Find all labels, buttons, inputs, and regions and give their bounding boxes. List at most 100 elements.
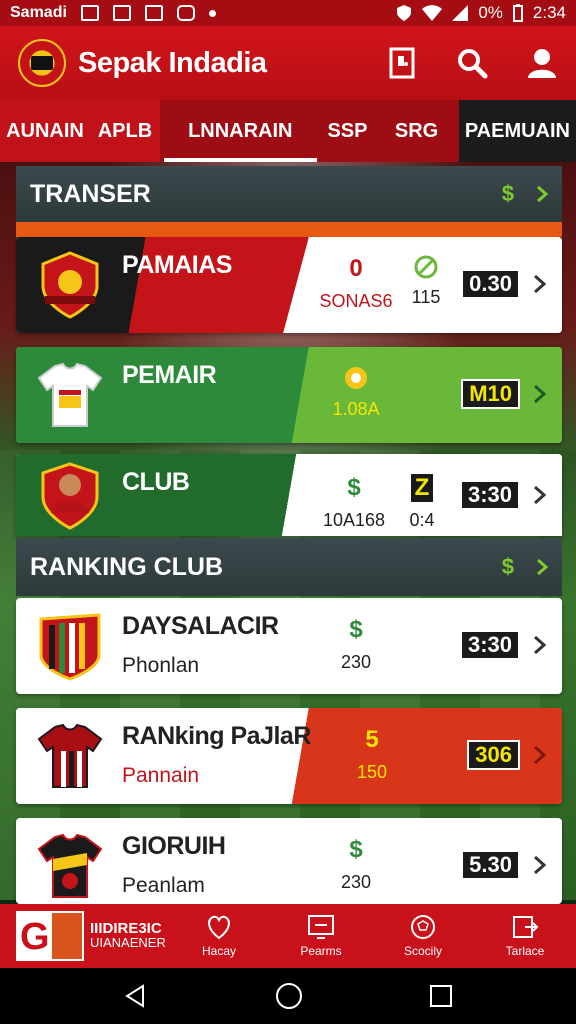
mail-icon [112, 5, 131, 21]
score-badge: M10 [461, 379, 520, 409]
chevron-right-icon[interactable] [530, 484, 550, 506]
vpn-icon [397, 5, 412, 21]
tab-aplb[interactable]: APLB [90, 100, 160, 162]
image-icon [144, 5, 163, 21]
instagram-icon [176, 5, 195, 21]
club-logo-icon[interactable] [18, 39, 66, 87]
club-crest-icon [34, 249, 106, 321]
door-icon[interactable] [386, 47, 418, 79]
target-icon [345, 367, 367, 389]
battery-percent: 0% [478, 3, 503, 22]
ball-icon [411, 915, 435, 939]
chevron-right-icon[interactable] [536, 558, 548, 576]
card-stat-top: $ [349, 836, 363, 863]
nav-item-scocily[interactable]: Scocily [372, 914, 474, 958]
section-ranking-header: RANKING CLUB $ [16, 538, 562, 596]
nav-item-tarlace[interactable]: Tarlace [474, 914, 576, 958]
card-stat-bottom: 115 [411, 287, 441, 307]
card-subtitle: Phonlan [122, 654, 200, 677]
battery-icon [512, 4, 523, 22]
card-title: GIORUIH [122, 832, 226, 860]
ball-icon [414, 255, 438, 279]
ranking-card[interactable]: GIORUIH Peanlam $ 230 5.30 [16, 818, 562, 904]
dot-icon [208, 9, 216, 17]
nav-label: Tarlace [505, 944, 545, 958]
tab-srg[interactable]: SRG [374, 100, 459, 162]
chevron-right-icon[interactable] [530, 383, 550, 405]
promo-banner[interactable]: G IIIDIRE3IC UIANAENER [0, 904, 168, 968]
promo-line-1: IIIDIRE3IC [90, 920, 162, 937]
home-icon[interactable] [275, 982, 303, 1010]
search-icon[interactable] [456, 47, 488, 79]
ranking-card[interactable]: DAYSALACIR Phonlan $ 230 3:30 [16, 598, 562, 694]
chevron-right-icon[interactable] [530, 744, 550, 766]
section-ranking-title: RANKING CLUB [30, 552, 224, 581]
transfer-card[interactable]: CLUB $ 10A168 Z 0:4 3:30 [16, 454, 562, 536]
score-badge: 3:30 [459, 630, 520, 660]
card-stat-bottom: SONAS6 [319, 291, 393, 311]
tab-paemuain[interactable]: PAEMUAIN [458, 100, 576, 162]
card-title: RANking PaJlaR [122, 722, 311, 750]
signal-icon [452, 5, 469, 21]
card-stat-bottom: 230 [340, 652, 372, 672]
tab-lnnarain[interactable]: LNNARAIN [159, 100, 321, 162]
tab-aunain[interactable]: AUNAIN [0, 100, 90, 162]
tab-ssp[interactable]: SSP [320, 100, 375, 162]
card-stat-top: Z [410, 474, 434, 502]
wifi-icon [422, 5, 443, 21]
jersey-icon [34, 720, 106, 792]
card-stat-bottom: 150 [356, 762, 388, 782]
back-icon[interactable] [123, 983, 149, 1009]
share-icon [513, 916, 539, 938]
card-subtitle: Peanlam [122, 874, 205, 897]
card-stat-bottom: 0:4 [409, 510, 435, 530]
app-title: Sepak Indadia [78, 46, 267, 79]
account-icon[interactable] [526, 47, 558, 79]
score-badge: 5.30 [461, 850, 520, 880]
score-badge: 0.30 [461, 269, 520, 299]
card-stat-top: 0 [349, 255, 363, 282]
player-avatar [34, 460, 106, 532]
section-transfer-header: TRANSER $ [16, 166, 562, 222]
notification-icon [80, 5, 99, 21]
status-time: 2:34 [532, 3, 566, 22]
card-title: CLUB [122, 468, 190, 496]
card-stat-top: 5 [365, 726, 379, 753]
recents-icon[interactable] [429, 984, 453, 1008]
chevron-right-icon[interactable] [530, 273, 550, 295]
card-title: PAMAIAS [122, 251, 232, 279]
bottom-navigation: G IIIDIRE3IC UIANAENER Hacay Pearms Scoc… [0, 904, 576, 968]
score-badge: 306 [467, 740, 520, 770]
orange-divider [16, 222, 562, 237]
nav-label: Scocily [403, 944, 442, 958]
nav-label: Hacay [201, 944, 236, 958]
nav-item-pearms[interactable]: Pearms [270, 914, 372, 958]
card-stat-top: $ [347, 474, 361, 501]
card-stat-bottom: 230 [340, 872, 372, 892]
card-stat-bottom: 1.08A [332, 399, 380, 419]
section-transfer-title: TRANSER [30, 179, 151, 208]
money-icon[interactable]: $ [502, 181, 514, 207]
transfer-card[interactable]: PEMAIR 1.08A M10 [16, 347, 562, 443]
chevron-right-icon[interactable] [530, 854, 550, 876]
card-subtitle: Pannain [122, 764, 200, 787]
app-header: Sepak Indadia [0, 26, 576, 100]
heart-icon [208, 915, 230, 940]
transfer-card[interactable]: PAMAIAS 0 SONAS6 115 0.30 [16, 237, 562, 333]
jersey-icon [34, 359, 106, 431]
club-crest-icon [34, 610, 106, 682]
score-badge: 3:30 [459, 480, 520, 510]
money-icon[interactable]: $ [502, 554, 514, 580]
status-bar: Samadi 0% 2:34 [0, 0, 576, 26]
ranking-card[interactable]: RANking PaJlaR Pannain 5 150 306 [16, 708, 562, 804]
system-navigation-bar [0, 968, 576, 1024]
card-stat-top: $ [349, 616, 363, 643]
chevron-right-icon[interactable] [530, 634, 550, 656]
promo-line-2: UIANAENER [90, 935, 166, 950]
tab-bar: AUNAIN APLB LNNARAIN SSP SRG PAEMUAIN [0, 100, 576, 162]
card-title: DAYSALACIR [122, 612, 279, 640]
card-stat-bottom: 10A168 [322, 510, 386, 530]
nav-item-hacay[interactable]: Hacay [168, 914, 270, 958]
nav-label: Pearms [300, 944, 342, 958]
chevron-right-icon[interactable] [536, 185, 548, 203]
